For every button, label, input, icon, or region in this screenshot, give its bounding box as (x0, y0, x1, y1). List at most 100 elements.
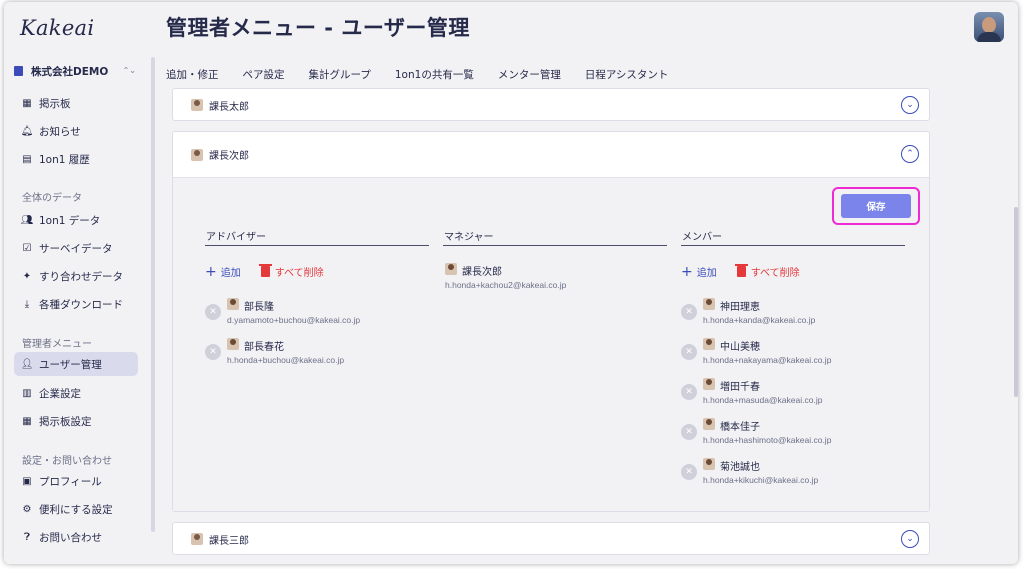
section-title-settings-contact: 設定・お問い合わせ (22, 456, 112, 467)
sidebar-item-1on1-history[interactable]: ▤ 1on1 履歴 (14, 147, 138, 171)
sidebar-item-label: 便利にする設定 (39, 503, 113, 516)
avatar (191, 533, 203, 545)
add-label: 追加 (696, 268, 717, 279)
remove-icon[interactable]: ✕ (681, 424, 697, 440)
list-item: ✕ 神田理恵 h.honda+kanda@kakeai.co.jp (681, 298, 901, 328)
avatar (703, 418, 715, 430)
avatar (445, 263, 457, 275)
chevron-down-icon[interactable]: ⌄ (901, 530, 919, 548)
card-title: 課長三郎 (209, 535, 249, 547)
remove-icon[interactable]: ✕ (681, 344, 697, 360)
sidebar-item-label: お知らせ (39, 125, 81, 138)
list-item: ✕ 中山美穂 h.honda+nakayama@kakeai.co.jp (681, 338, 901, 368)
tab-1on1-shared-list[interactable]: 1on1の共有一覧 (395, 60, 474, 88)
member-email: h.honda+buchou@kakeai.co.jp (227, 355, 345, 365)
people-icon: 👥︎ (20, 214, 34, 226)
sidebar-item-board[interactable]: ▦ 掲示板 (14, 91, 138, 115)
main-scrollbar[interactable] (1014, 207, 1018, 397)
tab-aggregate-groups[interactable]: 集計グループ (309, 60, 371, 88)
manager-email: h.honda+kachou2@kakeai.co.jp (445, 280, 567, 290)
sidebar-item-survey-data[interactable]: ☑ サーベイデータ (14, 236, 138, 260)
sidebar-item-label: 掲示板 (39, 97, 71, 110)
remove-icon[interactable]: ✕ (681, 464, 697, 480)
member-name: 部長隆 (244, 302, 274, 313)
board-icon: ▦ (22, 97, 32, 109)
sidebar-item-company-settings[interactable]: ▥ 企業設定 (14, 381, 138, 405)
puzzle-icon: ✦ (22, 270, 32, 282)
sidebar-scrollbar[interactable] (151, 57, 155, 532)
pair-card-saburo: 課長三郎 ⌄ (172, 522, 930, 555)
remove-icon[interactable]: ✕ (205, 344, 221, 360)
company-switcher[interactable]: 株式会社DEMO ⌃⌄ (14, 62, 136, 80)
list-item: ✕ 部長春花 h.honda+buchou@kakeai.co.jp (205, 338, 425, 368)
member-name: 中山美穂 (720, 342, 760, 353)
avatar (191, 99, 203, 111)
advisor-add-button[interactable]: + 追加 (205, 263, 241, 280)
chevron-up-icon[interactable]: ⌃ (901, 145, 919, 163)
card-title: 課長次郎 (209, 151, 249, 162)
delete-all-label: すべて削除 (274, 268, 324, 279)
profile-icon: ▣ (22, 475, 32, 487)
card-header[interactable]: 課長次郎 ⌃ (173, 132, 929, 177)
member-delete-all-button[interactable]: すべて削除 (734, 264, 800, 279)
app-window: Kakeai 株式会社DEMO ⌃⌄ ▦ 掲示板 🔔︎ お知らせ ▤ 1on1 … (4, 2, 1018, 564)
member-name: 部長春花 (244, 342, 284, 353)
member-name: 橋本佳子 (720, 422, 760, 433)
user-manage-icon: 👤︎ (20, 358, 34, 370)
manager-column-title: マネジャー (443, 228, 667, 246)
company-name: 株式会社DEMO (31, 65, 109, 78)
member-email: d.yamamoto+buchou@kakeai.co.jp (227, 315, 361, 325)
sidebar-item-notices[interactable]: 🔔︎ お知らせ (14, 119, 138, 143)
sidebar-item-downloads[interactable]: ⤓ 各種ダウンロード (14, 292, 138, 316)
tab-mentor-management[interactable]: メンター管理 (498, 60, 561, 88)
sidebar-item-1on1-data[interactable]: 👥︎ 1on1 データ (14, 208, 138, 232)
card-title: 課長太郎 (209, 101, 249, 113)
pair-card-taro: 課長太郎 ⌄ (172, 88, 930, 121)
avatar (191, 148, 203, 161)
manager-column: マネジャー 課長次郎 h.honda+kachou2@kakeai.co.jp (443, 228, 667, 290)
avatar (227, 338, 239, 350)
tab-schedule-assistant[interactable]: 日程アシスタント (585, 60, 669, 88)
tab-pair-settings[interactable]: ペア設定 (236, 60, 291, 90)
section-title-all-data: 全体のデータ (22, 193, 82, 204)
sidebar-item-alignment-data[interactable]: ✦ すり合わせデータ (14, 264, 138, 288)
chevron-down-icon[interactable]: ⌄ (901, 96, 919, 114)
sidebar-item-profile[interactable]: ▣ プロフィール (14, 469, 138, 493)
board-settings-icon: ▦ (22, 415, 32, 427)
advisor-delete-all-button[interactable]: すべて削除 (258, 264, 324, 279)
save-highlight: 保存 (832, 187, 920, 225)
list-item: ✕ 菊池誠也 h.honda+kikuchi@kakeai.co.jp (681, 458, 901, 488)
plus-icon: + (205, 263, 217, 280)
company-icon: ▥ (22, 387, 32, 399)
tab-bar: 追加・修正 ペア設定 集計グループ 1on1の共有一覧 メンター管理 日程アシス… (166, 60, 692, 90)
trash-icon (734, 264, 748, 277)
list-item: ✕ 橋本佳子 h.honda+hashimoto@kakeai.co.jp (681, 418, 901, 448)
add-label: 追加 (220, 268, 241, 279)
avatar (703, 338, 715, 350)
card-header[interactable]: 課長太郎 ⌄ (173, 89, 929, 121)
building-icon (14, 66, 23, 76)
save-button[interactable]: 保存 (841, 194, 911, 218)
member-email: h.honda+nakayama@kakeai.co.jp (703, 355, 832, 365)
page-title: 管理者メニュー - ユーザー管理 (166, 16, 470, 40)
member-add-button[interactable]: + 追加 (681, 264, 717, 280)
advisor-column: アドバイザー + 追加 すべて削除 ✕ 部長隆 d.yamamoto+bucho… (205, 228, 429, 365)
sidebar-item-convenience-settings[interactable]: ⚙ 便利にする設定 (14, 497, 138, 521)
sidebar-item-user-management[interactable]: 👤︎ ユーザー管理 (14, 352, 138, 376)
logo: Kakeai (20, 16, 95, 40)
manager-name: 課長次郎 (462, 267, 502, 278)
sidebar-item-label: 企業設定 (39, 387, 81, 400)
sidebar-item-label: 各種ダウンロード (39, 298, 123, 311)
sidebar-item-contact[interactable]: ❓︎ お問い合わせ (14, 525, 138, 549)
avatar-body (977, 32, 1001, 42)
help-icon: ❓︎ (23, 531, 30, 543)
remove-icon[interactable]: ✕ (205, 304, 221, 320)
member-name: 神田理恵 (720, 302, 760, 313)
user-avatar[interactable] (974, 12, 1004, 42)
remove-icon[interactable]: ✕ (681, 384, 697, 400)
remove-icon[interactable]: ✕ (681, 304, 697, 320)
member-column: メンバー + 追加 すべて削除 ✕ 神田理恵 h.honda+kanda@kak… (681, 228, 905, 485)
card-header[interactable]: 課長三郎 ⌄ (173, 523, 929, 555)
sidebar-item-board-settings[interactable]: ▦ 掲示板設定 (14, 409, 138, 433)
tab-add-edit[interactable]: 追加・修正 (166, 60, 219, 88)
